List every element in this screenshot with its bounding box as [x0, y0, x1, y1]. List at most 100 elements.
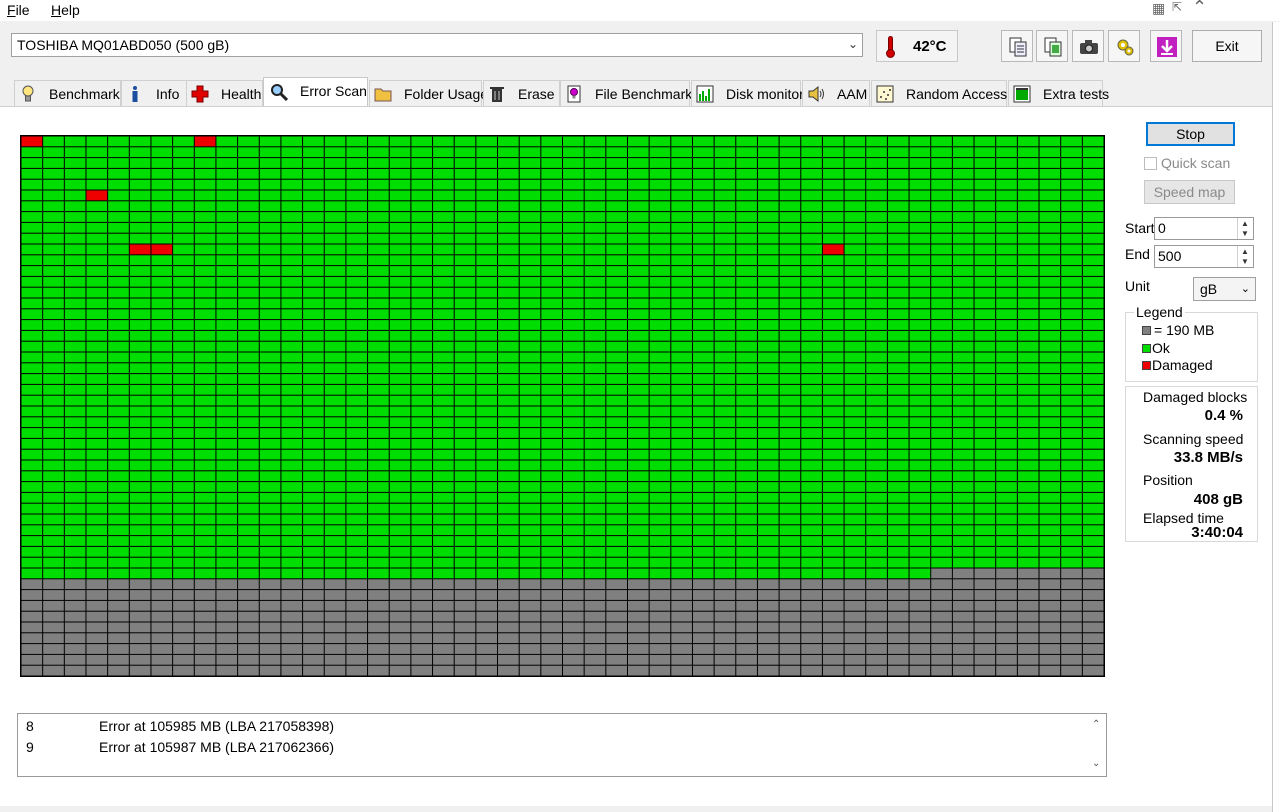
screenshot-button[interactable]: [1072, 30, 1104, 62]
tab-random-access[interactable]: Random Access: [871, 80, 1007, 106]
spin-up-icon[interactable]: ▲: [1241, 219, 1249, 228]
copy-text-button[interactable]: [1001, 30, 1033, 62]
scan-block: [389, 190, 411, 201]
log-scrollbar[interactable]: ⌃ ⌄: [1088, 714, 1106, 776]
save-button[interactable]: [1150, 30, 1182, 62]
scan-block: [303, 428, 324, 438]
copy-info-button[interactable]: [1036, 30, 1068, 62]
scan-block: [974, 352, 996, 363]
start-input[interactable]: 0 ▲ ▼: [1154, 217, 1254, 240]
scan-block: [996, 514, 1017, 525]
scan-block: [173, 622, 194, 633]
tab-erase[interactable]: Erase: [483, 80, 560, 106]
scan-block: [151, 158, 173, 168]
stop-button[interactable]: Stop: [1146, 122, 1235, 146]
end-spinner[interactable]: ▲ ▼: [1237, 246, 1253, 267]
scan-block: [1039, 622, 1061, 633]
scan-block: [476, 471, 498, 482]
tab-folder-usage[interactable]: Folder Usage: [369, 80, 488, 106]
scan-block: [346, 287, 368, 298]
tab-benchmark[interactable]: Benchmark: [14, 80, 121, 106]
collapse-icon[interactable]: ⌃: [1192, 0, 1207, 18]
scan-block: [541, 557, 562, 568]
scan-block: [584, 201, 606, 212]
tab-extra-tests[interactable]: Extra tests: [1008, 80, 1109, 106]
scan-block: [368, 266, 389, 276]
grid-icon[interactable]: ▦: [1152, 0, 1165, 17]
scan-block: [1061, 600, 1082, 611]
error-log[interactable]: 8 Error at 105985 MB (LBA 217058398) 9 Err…: [17, 713, 1107, 777]
spin-down-icon[interactable]: ▼: [1241, 257, 1249, 266]
scan-block: [43, 255, 64, 266]
exit-button[interactable]: Exit: [1192, 30, 1262, 62]
scan-block: [281, 233, 303, 244]
drive-select[interactable]: TOSHIBA MQ01ABD050 (500 gB) ⌄: [11, 33, 863, 57]
scan-block: [866, 330, 887, 341]
scroll-down-icon[interactable]: ⌄: [1092, 758, 1100, 769]
scan-block: [584, 622, 606, 633]
scan-block: [801, 633, 822, 644]
scan-block: [844, 503, 866, 514]
end-input[interactable]: 500 ▲ ▼: [1154, 245, 1254, 268]
scan-block: [86, 438, 108, 449]
scan-block: [151, 276, 173, 287]
scan-block: [866, 352, 887, 363]
spin-down-icon[interactable]: ▼: [1241, 229, 1249, 238]
menu-help[interactable]: Help: [51, 2, 80, 18]
scan-block: [216, 330, 238, 341]
scan-block: [757, 244, 779, 255]
elapsed-time-value: 3:40:04: [1191, 524, 1243, 541]
scan-block: [844, 179, 866, 190]
scan-block: [952, 276, 974, 287]
scan-block: [303, 320, 324, 330]
scan-block: [692, 352, 714, 363]
scan-block: [303, 179, 324, 190]
scan-block: [1061, 633, 1082, 644]
spin-up-icon[interactable]: ▲: [1241, 247, 1249, 256]
scan-block: [627, 568, 649, 579]
scan-block: [779, 492, 801, 503]
speed-map-button[interactable]: Speed map: [1144, 180, 1235, 204]
scan-block: [303, 309, 324, 320]
scan-block: [779, 147, 801, 158]
start-spinner[interactable]: ▲ ▼: [1237, 218, 1253, 239]
scan-block: [952, 471, 974, 482]
scan-block: [259, 482, 281, 492]
scan-block: [822, 482, 844, 492]
scan-block: [627, 298, 649, 309]
tab-error-scan[interactable]: Error Scan: [263, 77, 368, 107]
scan-block: [216, 201, 238, 212]
scan-block: [931, 384, 952, 395]
restore-icon[interactable]: ⇱: [1172, 0, 1182, 14]
tab-aam[interactable]: AAM: [802, 80, 870, 106]
scan-block: [151, 568, 173, 579]
scroll-up-icon[interactable]: ⌃: [1092, 719, 1100, 730]
tab-file-benchmark[interactable]: File Benchmark: [560, 80, 692, 106]
scan-block: [692, 622, 714, 633]
scan-block: [931, 179, 952, 190]
unit-select[interactable]: gB ⌄: [1193, 277, 1256, 301]
scan-block: [757, 492, 779, 503]
scan-block: [303, 136, 324, 147]
tab-disk-monitor[interactable]: Disk monitor: [691, 80, 804, 106]
scan-block: [541, 654, 562, 665]
scan-block: [433, 341, 454, 352]
scan-block: [844, 525, 866, 536]
scan-block: [281, 665, 303, 676]
scan-block: [996, 644, 1017, 654]
scan-block: [801, 514, 822, 525]
scan-block: [866, 536, 887, 546]
scan-block: [563, 147, 584, 158]
checkbox-box[interactable]: [1144, 157, 1157, 170]
scan-block: [692, 363, 714, 374]
tab-health[interactable]: Health: [186, 80, 263, 106]
scan-block: [64, 266, 86, 276]
scan-block: [584, 352, 606, 363]
scan-block: [801, 330, 822, 341]
scan-block: [844, 546, 866, 557]
scan-block: [476, 201, 498, 212]
menu-file[interactable]: File: [7, 2, 30, 18]
options-button[interactable]: [1108, 30, 1140, 62]
scan-block: [541, 600, 562, 611]
quick-scan-checkbox[interactable]: Quick scan: [1144, 155, 1230, 171]
